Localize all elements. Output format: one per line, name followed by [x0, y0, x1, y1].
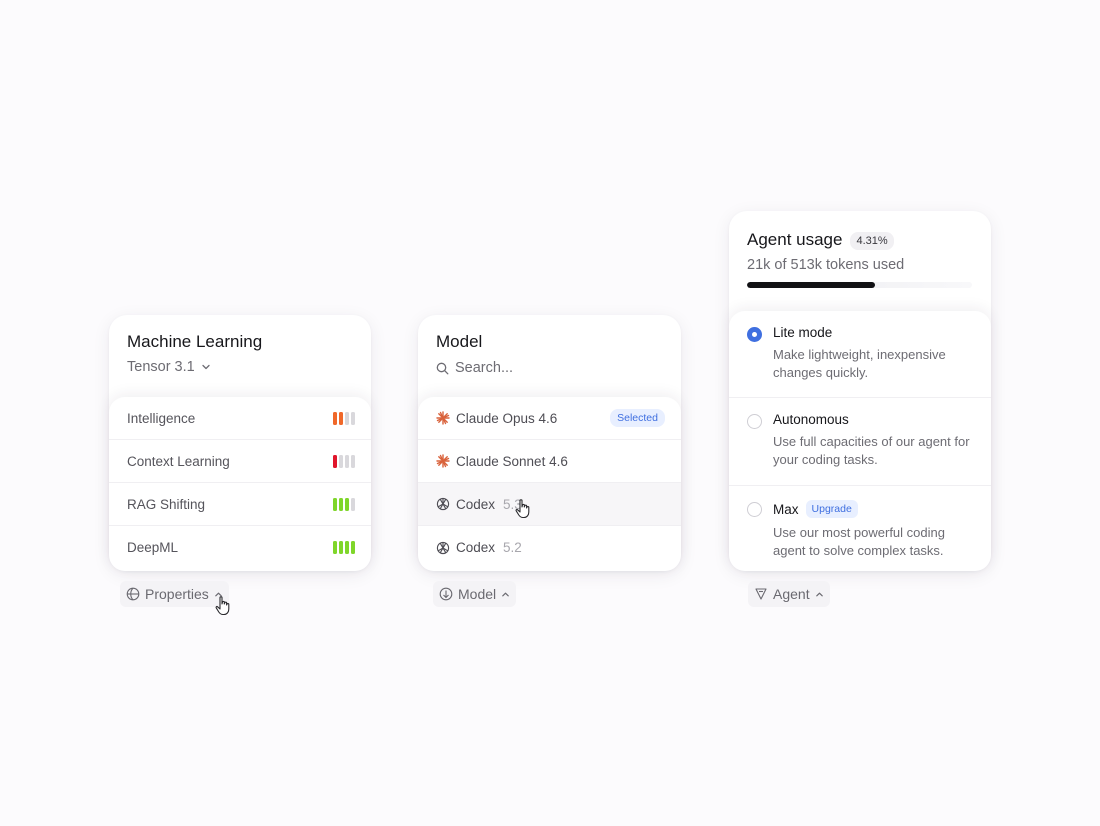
chevron-up-icon	[815, 592, 823, 596]
level-meter	[333, 454, 355, 468]
search-icon	[436, 362, 449, 374]
level-bar	[345, 411, 349, 425]
version-label: Tensor 3.1	[127, 359, 195, 375]
model-search[interactable]: Search...	[436, 360, 513, 376]
openai-icon	[436, 497, 450, 511]
model-popover: Model Search... Claude Opus 4.6 Selected…	[418, 315, 681, 571]
mode-description: Use full capacities of our agent for you…	[773, 434, 970, 467]
claude-icon	[436, 411, 450, 425]
model-name: Claude Sonnet 4.6	[456, 453, 568, 469]
mode-description: Use our most powerful coding agent to so…	[773, 525, 945, 558]
properties-popover: Machine Learning Tensor 3.1 Intelligence…	[109, 315, 371, 571]
mode-title-text: Lite mode	[773, 325, 833, 340]
openai-icon	[436, 541, 450, 554]
agent-icon	[755, 588, 767, 600]
level-bar	[333, 411, 337, 425]
mode-option-autonomous[interactable]: Autonomous Use full capacities of our ag…	[729, 398, 991, 486]
property-label: Context Learning	[127, 453, 230, 469]
properties-list: Intelligence Context Learning RAG Shifti…	[109, 397, 371, 571]
property-row-deepml[interactable]: DeepML	[109, 526, 371, 569]
mode-title-text: Autonomous	[773, 412, 849, 427]
upgrade-badge[interactable]: Upgrade	[805, 500, 858, 518]
level-bar	[345, 454, 349, 468]
level-meter	[333, 497, 355, 511]
mode-option-lite[interactable]: Lite mode Make lightweight, inexpensive …	[729, 311, 991, 398]
property-row-context-learning[interactable]: Context Learning	[109, 440, 371, 483]
model-trigger-button[interactable]: Model	[433, 581, 517, 607]
agent-trigger-label: Agent	[773, 586, 810, 602]
globe-icon	[126, 587, 140, 601]
usage-progress-bar	[747, 282, 972, 288]
model-item-claude-sonnet[interactable]: Claude Sonnet 4.6	[418, 440, 681, 483]
search-input[interactable]: Search...	[455, 360, 513, 376]
usage-text: 21k of 513k tokens used	[747, 257, 905, 273]
level-bar	[351, 454, 355, 468]
level-bar	[339, 541, 343, 554]
model-title: Model	[436, 332, 483, 351]
property-row-intelligence[interactable]: Intelligence	[109, 397, 371, 440]
pointer-cursor-icon	[515, 499, 530, 519]
agent-popover: Agent usage 4.31% 21k of 513k tokens used…	[729, 211, 991, 571]
properties-trigger-label: Properties	[145, 586, 209, 602]
level-bar	[333, 541, 337, 554]
model-item-claude-opus[interactable]: Claude Opus 4.6 Selected	[418, 397, 681, 440]
mode-description: Make lightweight, inexpensive changes qu…	[773, 347, 946, 380]
radio-button[interactable]	[747, 327, 762, 342]
agent-trigger-button[interactable]: Agent	[748, 581, 830, 607]
model-list: Claude Opus 4.6 Selected Claude Sonnet 4…	[418, 397, 681, 571]
level-bar	[333, 454, 337, 468]
model-name: Claude Opus 4.6	[456, 410, 558, 426]
agent-usage-title: Agent usage	[747, 230, 843, 249]
agent-usage-header: Agent usage 4.31%	[747, 230, 894, 250]
level-bar	[339, 411, 343, 425]
mode-title: Lite mode	[773, 325, 973, 340]
radio-button[interactable]	[747, 502, 762, 517]
level-bar	[339, 454, 343, 468]
properties-title: Machine Learning	[127, 332, 263, 351]
level-meter	[333, 541, 355, 554]
version-dropdown[interactable]: Tensor 3.1	[127, 359, 211, 375]
mode-option-max[interactable]: Max Upgrade Use our most powerful coding …	[729, 486, 991, 571]
usage-percent-badge: 4.31%	[850, 231, 894, 250]
model-icon	[439, 587, 453, 601]
property-label: Intelligence	[127, 410, 196, 426]
mode-title: Autonomous	[773, 412, 973, 427]
model-item-codex-5-3[interactable]: Codex 5.3	[418, 483, 681, 526]
usage-progress-fill	[747, 282, 876, 288]
radio-button[interactable]	[747, 414, 762, 429]
property-label: DeepML	[127, 540, 179, 555]
selected-badge: Selected	[610, 409, 665, 427]
level-bar	[351, 411, 355, 425]
chevron-down-icon	[202, 364, 210, 370]
chevron-up-icon	[502, 592, 509, 596]
model-trigger-label: Model	[458, 586, 497, 602]
claude-icon	[436, 454, 450, 468]
level-bar	[339, 497, 343, 511]
level-meter	[333, 411, 355, 425]
model-item-codex-5-2[interactable]: Codex 5.2	[418, 526, 681, 569]
model-name: Codex	[456, 540, 496, 555]
level-bar	[345, 497, 349, 511]
mode-title-text: Max	[773, 501, 799, 517]
properties-trigger-button[interactable]: Properties	[120, 581, 229, 607]
level-bar	[345, 541, 349, 554]
level-bar	[351, 497, 355, 511]
model-name: Codex	[456, 496, 496, 512]
level-bar	[351, 541, 355, 554]
mode-title: Max Upgrade	[773, 500, 973, 518]
level-bar	[333, 497, 337, 511]
property-label: RAG Shifting	[127, 496, 206, 512]
model-version: 5.2	[503, 540, 522, 555]
pointer-cursor-icon	[215, 596, 230, 616]
agent-mode-list: Lite mode Make lightweight, inexpensive …	[729, 311, 991, 571]
property-row-rag-shifting[interactable]: RAG Shifting	[109, 483, 371, 526]
